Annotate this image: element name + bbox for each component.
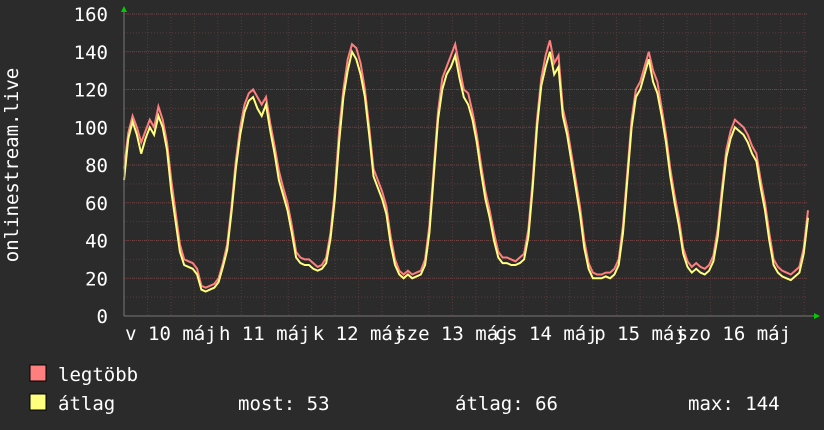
legend-label-atlag: átlag [58, 393, 115, 415]
rrd-chart: 0 20 40 60 80 100 120 140 160 v 10 máj h 11 máj k … [0, 0, 824, 430]
stat-current: most: 53 [238, 393, 330, 415]
legend-swatch-legtobb [29, 364, 47, 382]
y-tick-label: 160 [74, 4, 108, 26]
stat-average: átlag: 66 [455, 393, 558, 415]
y-axis-label: onlinestream.live [1, 68, 23, 262]
y-tick-label: 120 [74, 80, 108, 102]
x-tick-label: v 10 máj [125, 323, 217, 345]
y-tick-label: 40 [85, 231, 108, 253]
x-tick-label: sze 13 máj [395, 323, 509, 345]
y-tick-label: 0 [97, 306, 108, 328]
stat-max: max: 144 [688, 393, 780, 415]
y-tick-label: 80 [85, 155, 108, 177]
y-tick-label: 60 [85, 193, 108, 215]
x-tick-label: h 11 máj [219, 323, 311, 345]
y-tick-label: 20 [85, 268, 108, 290]
x-tick-label: cs 14 máj [495, 323, 598, 345]
legend-swatch-atlag [29, 393, 47, 411]
y-tick-label: 140 [74, 42, 108, 64]
x-tick-label: k 12 máj [313, 323, 405, 345]
legend-label-legtobb: legtöbb [58, 364, 138, 386]
chart-svg: 0 20 40 60 80 100 120 140 160 v 10 máj h 11 máj k … [0, 0, 824, 430]
x-ticks: v 10 máj h 11 máj k 12 májsze 13 májcs 14 … [125, 323, 791, 345]
y-tick-label: 100 [74, 117, 108, 139]
x-tick-label: p 15 máj [594, 323, 686, 345]
x-tick-label: szo 16 máj [677, 323, 791, 345]
